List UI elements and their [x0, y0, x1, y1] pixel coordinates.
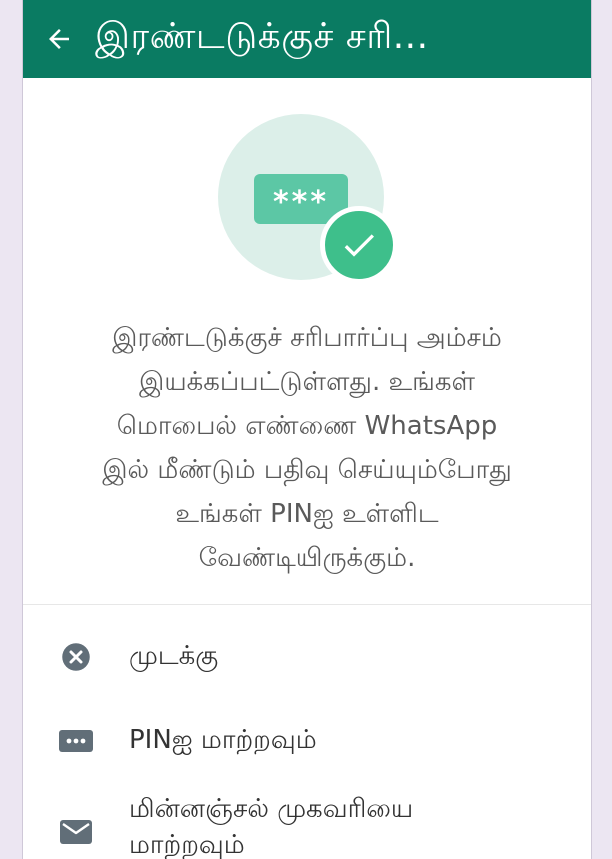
disable-label: முடக்கு — [129, 640, 219, 671]
description-line: இயக்கப்பட்டுள்ளது. உங்கள் — [139, 367, 475, 397]
check-icon — [344, 234, 374, 257]
back-button[interactable] — [23, 0, 95, 78]
change-email-label: மின்னஞ்சல் முகவரியை மாற்றவும் — [129, 791, 413, 859]
email-icon — [23, 819, 129, 845]
app-bar: இரண்டடுக்குச் சரி... — [23, 0, 591, 78]
description-line: உங்கள் PINஐ உள்ளிட — [175, 499, 439, 529]
dots-pin-icon — [23, 728, 129, 754]
description-line: வேண்டியிருக்கும். — [198, 543, 416, 573]
cancel-circle-icon — [23, 642, 129, 672]
hero-illustration: *** — [23, 78, 591, 308]
description-line: இல் மீண்டும் பதிவு செய்யும்போது — [102, 455, 512, 485]
description-line: மொபைல் எண்ணை WhatsApp — [116, 411, 498, 441]
change-email-label-line1: மின்னஞ்சல் முகவரியை — [129, 794, 414, 824]
change-pin-item[interactable]: PINஐ மாற்றவும் — [23, 699, 591, 783]
description: இரண்டடுக்குச் சரிபார்ப்பு அம்சம் இயக்கப்… — [23, 316, 591, 580]
disable-item[interactable]: முடக்கு — [23, 615, 591, 699]
description-line: இரண்டடுக்குச் சரிபார்ப்பு அம்சம் — [112, 323, 502, 353]
settings-menu: முடக்கு PINஐ மாற்றவும் மின்னஞ்சல் முகவரி… — [23, 605, 591, 859]
change-email-label-line2: மாற்றவும் — [129, 830, 245, 859]
phone-screen: இரண்டடுக்குச் சரி... *** இரண்டடுக்குச் ச… — [22, 0, 592, 859]
change-email-item[interactable]: மின்னஞ்சல் முகவரியை மாற்றவும் — [23, 783, 591, 859]
page-title: இரண்டடுக்குச் சரி... — [95, 16, 429, 57]
arrow-back-icon — [49, 29, 69, 49]
check-badge — [320, 206, 398, 284]
change-pin-label: PINஐ மாற்றவும் — [129, 724, 317, 755]
